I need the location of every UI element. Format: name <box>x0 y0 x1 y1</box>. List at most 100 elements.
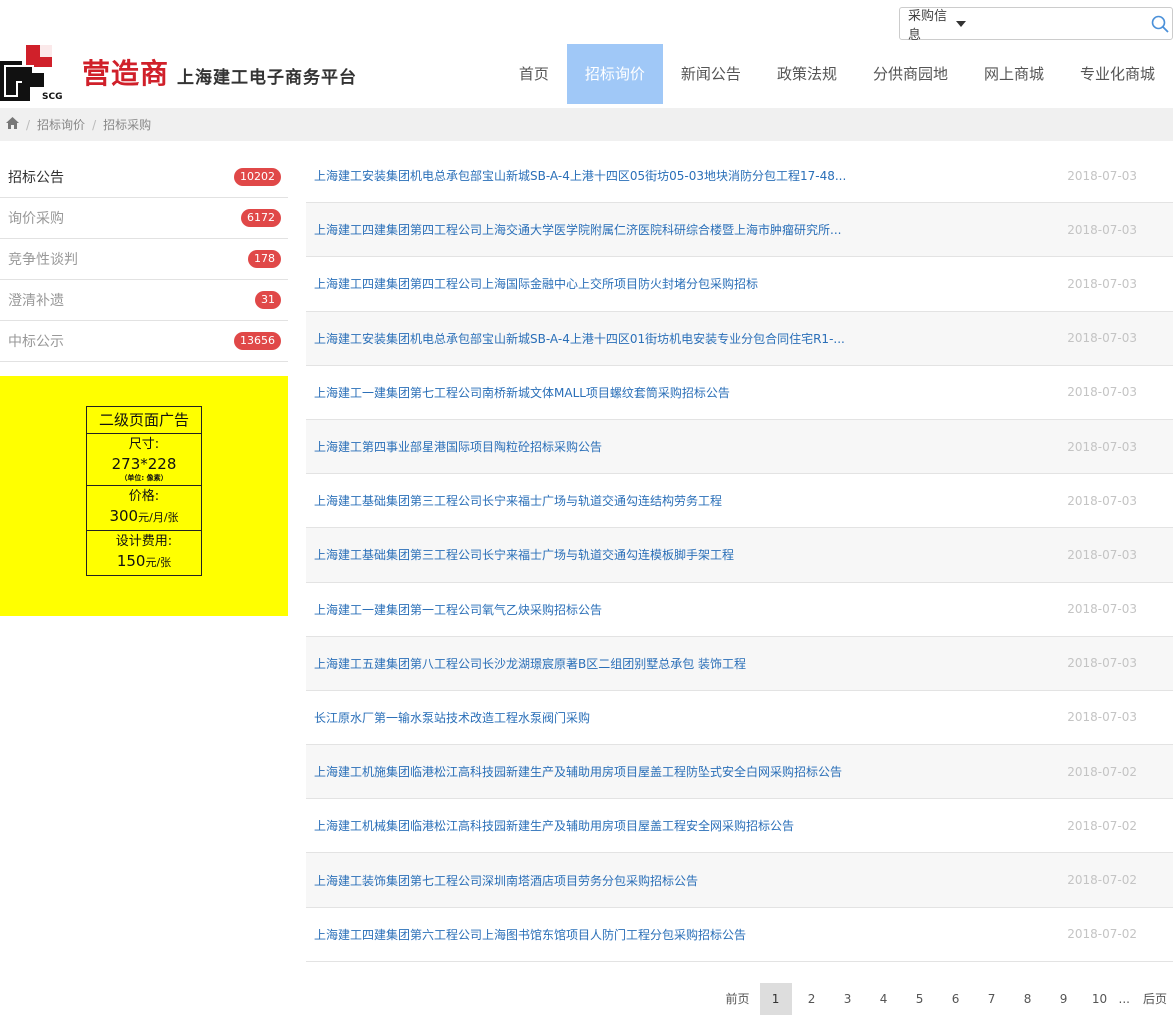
ad-design-fee: 设计费用: 150元/张 <box>87 531 201 575</box>
ad-design-label: 设计费用: <box>115 534 173 549</box>
list-item: 上海建工一建集团第七工程公司南桥新城文体MALL项目螺纹套筒采购招标公告 2018… <box>306 366 1173 420</box>
sidebar-item-negotiation[interactable]: 竞争性谈判 178 <box>0 239 288 280</box>
notice-title-link[interactable]: 上海建工四建集团第四工程公司上海国际金融中心上交所项目防火封堵分包采购招标 <box>314 275 758 292</box>
page-button-5[interactable]: 5 <box>904 983 936 1015</box>
ad-price-unit: 元/月/张 <box>138 511 179 524</box>
list-item: 上海建工装饰集团第七工程公司深圳南塔酒店项目劳务分包采购招标公告 2018-07-… <box>306 853 1173 908</box>
breadcrumb-item-procurement[interactable]: 招标采购 <box>103 116 151 133</box>
sidebar-item-label: 中标公示 <box>8 334 64 350</box>
notice-title-link[interactable]: 上海建工装饰集团第七工程公司深圳南塔酒店项目劳务分包采购招标公告 <box>314 872 698 889</box>
list-item: 上海建工第四事业部星港国际项目陶粒砼招标采购公告 2018-07-03 <box>306 419 1173 475</box>
notice-date: 2018-07-03 <box>1067 602 1137 617</box>
sidebar-item-award[interactable]: 中标公示 13656 <box>0 321 288 362</box>
ad-size-unit: （单位: 像素） <box>120 474 168 482</box>
page-button-10[interactable]: 10 <box>1084 983 1116 1015</box>
prev-page-button[interactable]: 前页 <box>720 983 756 1015</box>
page-button-4[interactable]: 4 <box>868 983 900 1015</box>
list-item: 上海建工机施集团临港松江高科技园新建生产及辅助用房项目屋盖工程防坠式安全白网采购… <box>306 745 1173 800</box>
list-item: 上海建工基础集团第三工程公司长宁来福士广场与轨道交通勾连结构劳务工程 2018-0… <box>306 474 1173 529</box>
breadcrumb: / 招标询价 / 招标采购 <box>0 108 1173 141</box>
notice-title-link[interactable]: 上海建工四建集团第四工程公司上海交通大学医学院附属仁济医院科研综合楼暨上海市肿瘤… <box>314 221 841 238</box>
next-page-button[interactable]: 后页 <box>1137 983 1173 1015</box>
page-button-9[interactable]: 9 <box>1048 983 1080 1015</box>
ad-price-label: 价格: <box>128 489 160 504</box>
notice-title-link[interactable]: 上海建工安装集团机电总承包部宝山新城SB-A-4上港十四区01街坊机电安装专业分… <box>314 330 845 347</box>
page-button-3[interactable]: 3 <box>832 983 864 1015</box>
ad-design-value: 150 <box>116 552 146 570</box>
nav-item-policy[interactable]: 政策法规 <box>759 44 855 104</box>
nav-item-mall[interactable]: 网上商城 <box>966 44 1062 104</box>
nav-item-special-mall[interactable]: 专业化商城 <box>1062 44 1173 104</box>
notice-date: 2018-07-03 <box>1067 439 1137 454</box>
nav-item-supplier[interactable]: 分供商园地 <box>855 44 966 104</box>
breadcrumb-item-bidding[interactable]: 招标询价 <box>37 116 85 133</box>
sidebar-item-label: 竞争性谈判 <box>8 252 78 268</box>
ad-price-value: 300 <box>109 507 139 525</box>
list-item: 上海建工机械集团临港松江高科技园新建生产及辅助用房项目屋盖工程安全网采购招标公告… <box>306 799 1173 854</box>
notice-date: 2018-07-03 <box>1067 385 1137 400</box>
ad-size-value: 273*228 <box>111 455 177 473</box>
search-bar: 采购信息 <box>899 7 1173 43</box>
notice-title-link[interactable]: 上海建工机施集团临港松江高科技园新建生产及辅助用房项目屋盖工程防坠式安全白网采购… <box>314 763 842 780</box>
notice-title-link[interactable]: 上海建工第四事业部星港国际项目陶粒砼招标采购公告 <box>314 438 602 455</box>
home-icon[interactable] <box>6 117 19 132</box>
notice-title-link[interactable]: 上海建工五建集团第八工程公司长沙龙湖璟宸原著B区二组团别墅总承包 装饰工程 <box>314 655 746 672</box>
count-badge: 178 <box>248 250 281 268</box>
page-button-6[interactable]: 6 <box>940 983 972 1015</box>
list-item: 上海建工一建集团第一工程公司氧气乙炔采购招标公告 2018-07-03 <box>306 583 1173 637</box>
search-input[interactable] <box>966 8 1151 39</box>
ad-design-unit: 元/张 <box>145 556 172 569</box>
notice-date: 2018-07-03 <box>1067 656 1137 671</box>
pagination: 前页 1 2 3 4 5 6 7 8 9 10 ... 后页 <box>716 983 1173 1015</box>
list-item: 上海建工安装集团机电总承包部宝山新城SB-A-4上港十四区05街坊05-03地块… <box>306 149 1173 204</box>
notice-date: 2018-07-03 <box>1067 493 1137 508</box>
notice-date: 2018-07-03 <box>1067 222 1137 237</box>
notice-title-link[interactable]: 上海建工基础集团第三工程公司长宁来福士广场与轨道交通勾连结构劳务工程 <box>314 492 722 509</box>
notice-date: 2018-07-03 <box>1067 331 1137 346</box>
notice-date: 2018-07-02 <box>1067 764 1137 779</box>
sidebar-item-label: 询价采购 <box>8 211 64 227</box>
ad-banner[interactable]: 二级页面广告 尺寸: 273*228 （单位: 像素） 价格: 300元/月/张… <box>0 376 288 616</box>
notice-date: 2018-07-02 <box>1067 818 1137 833</box>
sidebar-item-inquiry[interactable]: 询价采购 6172 <box>0 198 288 239</box>
notice-date: 2018-07-02 <box>1067 873 1137 888</box>
page-button-2[interactable]: 2 <box>796 983 828 1015</box>
ad-info-box: 二级页面广告 尺寸: 273*228 （单位: 像素） 价格: 300元/月/张… <box>86 406 202 576</box>
notice-title-link[interactable]: 上海建工一建集团第七工程公司南桥新城文体MALL项目螺纹套筒采购招标公告 <box>314 384 730 401</box>
site-logo[interactable]: SCG 营造商 上海建工电子商务平台 <box>0 42 357 102</box>
list-item: 上海建工安装集团机电总承包部宝山新城SB-A-4上港十四区01街坊机电安装专业分… <box>306 311 1173 366</box>
page-button-8[interactable]: 8 <box>1012 983 1044 1015</box>
notice-date: 2018-07-03 <box>1067 168 1137 183</box>
search-category-label: 采购信息 <box>908 8 948 43</box>
category-sidebar: 招标公告 10202 询价采购 6172 竞争性谈判 178 澄清补遗 31 中… <box>0 157 288 362</box>
nav-item-home[interactable]: 首页 <box>501 44 567 104</box>
page-button-7[interactable]: 7 <box>976 983 1008 1015</box>
nav-item-news[interactable]: 新闻公告 <box>663 44 759 104</box>
list-item: 上海建工四建集团第四工程公司上海国际金融中心上交所项目防火封堵分包采购招标 201… <box>306 257 1173 312</box>
sidebar-item-label: 澄清补遗 <box>8 293 64 309</box>
count-badge: 10202 <box>234 168 281 186</box>
notice-date: 2018-07-03 <box>1067 276 1137 291</box>
ad-title: 二级页面广告 <box>87 407 201 434</box>
scg-logo-mark-icon: SCG <box>0 45 62 101</box>
search-icon[interactable] <box>1150 12 1170 36</box>
nav-item-bidding[interactable]: 招标询价 <box>566 44 663 104</box>
notice-title-link[interactable]: 上海建工一建集团第一工程公司氧气乙炔采购招标公告 <box>314 601 602 618</box>
sidebar-item-clarification[interactable]: 澄清补遗 31 <box>0 280 288 321</box>
notice-title-link[interactable]: 长江原水厂第一输水泵站技术改造工程水泵阀门采购 <box>314 709 590 726</box>
breadcrumb-separator: / <box>92 117 97 132</box>
pagination-ellipsis: ... <box>1118 992 1130 1006</box>
page-button-1[interactable]: 1 <box>759 983 792 1015</box>
notice-title-link[interactable]: 上海建工基础集团第三工程公司长宁来福士广场与轨道交通勾连模板脚手架工程 <box>314 546 734 563</box>
list-item: 上海建工四建集团第四工程公司上海交通大学医学院附属仁济医院科研综合楼暨上海市肿瘤… <box>306 203 1173 258</box>
logo-brand: 营造商 <box>82 57 170 90</box>
sidebar-item-tender-notice[interactable]: 招标公告 10202 <box>0 157 288 198</box>
search-category-select[interactable]: 采购信息 <box>900 8 967 43</box>
ad-price: 价格: 300元/月/张 <box>87 486 201 531</box>
list-item: 上海建工四建集团第六工程公司上海图书馆东馆项目人防门工程分包采购招标公告 2018… <box>306 908 1173 962</box>
notice-title-link[interactable]: 上海建工机械集团临港松江高科技园新建生产及辅助用房项目屋盖工程安全网采购招标公告 <box>314 817 794 834</box>
notice-title-link[interactable]: 上海建工四建集团第六工程公司上海图书馆东馆项目人防门工程分包采购招标公告 <box>314 926 746 943</box>
notice-title-link[interactable]: 上海建工安装集团机电总承包部宝山新城SB-A-4上港十四区05街坊05-03地块… <box>314 167 846 184</box>
logo-mark-text: SCG <box>42 92 62 101</box>
count-badge: 6172 <box>241 209 281 227</box>
